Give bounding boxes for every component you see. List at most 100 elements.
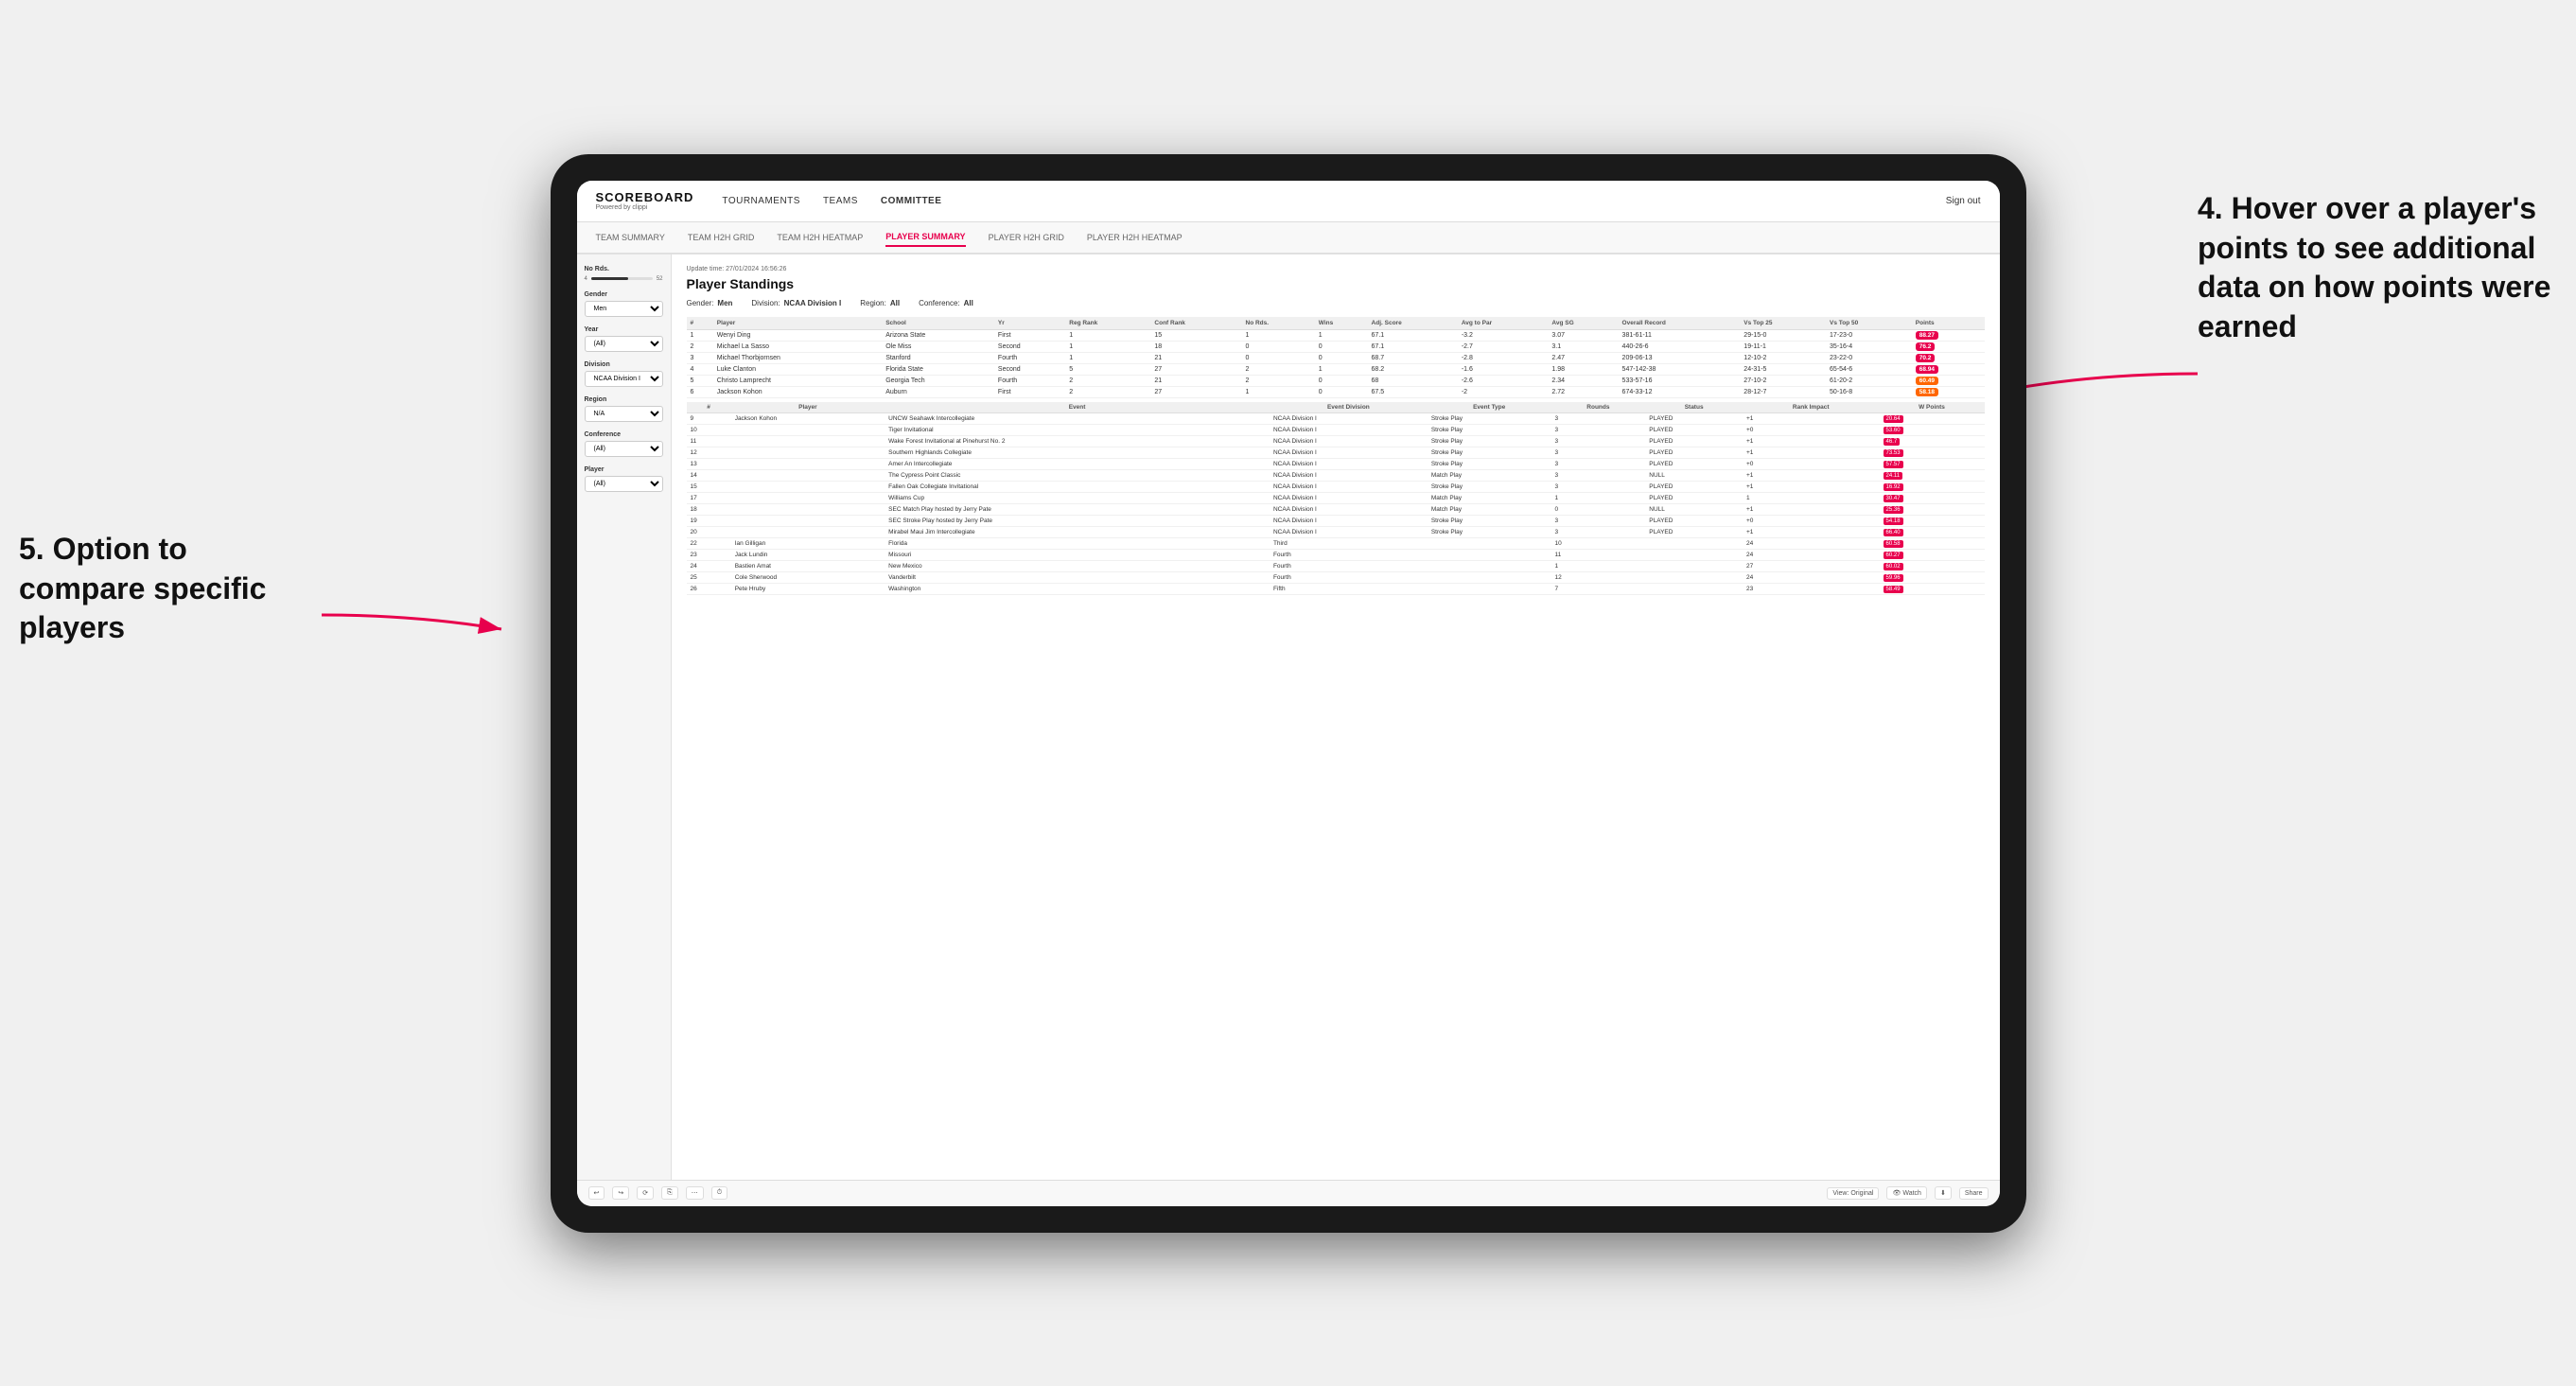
nav-tournaments[interactable]: TOURNAMENTS xyxy=(722,192,800,210)
h-cell-wpoints[interactable]: 30.47 xyxy=(1880,492,1985,503)
hover-row: 9 Jackson Kohon UNCW Seahawk Intercolleg… xyxy=(687,412,1985,424)
h-cell-rank: +1 xyxy=(1743,412,1880,424)
h-cell-player xyxy=(731,447,885,458)
table-header-row: # Player School Yr Reg Rank Conf Rank No… xyxy=(687,317,1985,330)
cell-adj-score: 67.5 xyxy=(1368,386,1458,397)
download-btn[interactable]: ⬇ xyxy=(1935,1186,1952,1200)
h-cell-rank: +1 xyxy=(1743,481,1880,492)
h-cell-type xyxy=(1428,583,1551,594)
gender-select[interactable]: Men xyxy=(585,301,663,317)
col-vs25: Vs Top 25 xyxy=(1740,317,1826,330)
h-cell-player xyxy=(731,526,885,537)
filter-conference: Conference: All xyxy=(919,299,973,307)
h-cell-status: PLAYED xyxy=(1645,412,1743,424)
tab-player-h2h-grid[interactable]: PLAYER H2H GRID xyxy=(989,229,1064,246)
cell-points[interactable]: 70.2 xyxy=(1912,352,1985,363)
table-row[interactable]: 6 Jackson Kohon Auburn First 2 27 1 0 67… xyxy=(687,386,1985,397)
copy-btn[interactable]: ⎘ xyxy=(661,1186,678,1200)
tab-player-summary[interactable]: PLAYER SUMMARY xyxy=(885,228,965,247)
hover-row: 18 SEC Match Play hosted by Jerry Pate N… xyxy=(687,503,1985,515)
filter-gender-value: Men xyxy=(717,299,732,307)
redo-btn[interactable]: ↪ xyxy=(612,1186,629,1200)
nav-right: Sign out xyxy=(1946,196,1981,206)
cell-rds: 1 xyxy=(1242,329,1315,341)
cell-vs50: 17-23-0 xyxy=(1826,329,1912,341)
h-cell-wpoints[interactable]: 53.60 xyxy=(1880,424,1985,435)
filter-region-value: All xyxy=(890,299,900,307)
hover-row: 22 Ian Gilligan Florida Third 10 24 60.5… xyxy=(687,537,1985,549)
nav-links: TOURNAMENTS TEAMS COMMITTEE xyxy=(722,192,1945,210)
cell-avg-sg: 3.1 xyxy=(1548,341,1618,352)
h-cell-wpoints[interactable]: 60.58 xyxy=(1880,537,1985,549)
table-row[interactable]: 3 Michael Thorbjornsen Stanford Fourth 1… xyxy=(687,352,1985,363)
tab-team-summary[interactable]: TEAM SUMMARY xyxy=(596,229,665,246)
cell-conf-rank: 15 xyxy=(1150,329,1241,341)
h-cell-wpoints[interactable]: 20.64 xyxy=(1880,412,1985,424)
watch-label: Watch xyxy=(1902,1190,1921,1197)
undo-btn[interactable]: ↩ xyxy=(588,1186,605,1200)
table-row[interactable]: 4 Luke Clanton Florida State Second 5 27… xyxy=(687,363,1985,375)
h-cell-wpoints[interactable]: 54.18 xyxy=(1880,515,1985,526)
table-row[interactable]: 1 Wenyi Ding Arizona State First 1 15 1 … xyxy=(687,329,1985,341)
logo-area: SCOREBOARD Powered by clippi xyxy=(596,190,694,211)
no-rds-min: 4 xyxy=(585,276,587,282)
table-row[interactable]: 5 Christo Lamprecht Georgia Tech Fourth … xyxy=(687,375,1985,386)
cell-vs25: 28-12-7 xyxy=(1740,386,1826,397)
h-cell-wpoints[interactable]: 60.27 xyxy=(1880,549,1985,560)
slider-track[interactable] xyxy=(591,277,653,280)
h-cell-event: Tiger Invitational xyxy=(885,424,1270,435)
cell-num: 4 xyxy=(687,363,713,375)
h-cell-wpoints[interactable]: 66.40 xyxy=(1880,526,1985,537)
cell-points[interactable]: 88.27 xyxy=(1912,329,1985,341)
h-cell-wpoints[interactable]: 57.57 xyxy=(1880,458,1985,469)
h-cell-wpoints[interactable]: 73.53 xyxy=(1880,447,1985,458)
share-btn[interactable]: Share xyxy=(1959,1187,1989,1200)
h-cell-wpoints[interactable]: 59.96 xyxy=(1880,571,1985,583)
division-select[interactable]: NCAA Division I xyxy=(585,371,663,387)
cell-points[interactable]: 58.18 xyxy=(1912,386,1985,397)
h-cell-status xyxy=(1645,571,1743,583)
tab-team-h2h-heatmap[interactable]: TEAM H2H HEATMAP xyxy=(777,229,863,246)
h-cell-wpoints[interactable]: 58.49 xyxy=(1880,583,1985,594)
h-cell-division: NCAA Division I xyxy=(1270,503,1428,515)
cell-points[interactable]: 60.49 xyxy=(1912,375,1985,386)
table-row[interactable]: 2 Michael La Sasso Ole Miss Second 1 18 … xyxy=(687,341,1985,352)
h-cell-wpoints[interactable]: 25.36 xyxy=(1880,503,1985,515)
annotation-right-text: 4. Hover over a player's points to see a… xyxy=(2198,191,2550,343)
tab-player-h2h-heatmap[interactable]: PLAYER H2H HEATMAP xyxy=(1087,229,1183,246)
filter-division-value: NCAA Division I xyxy=(784,299,842,307)
h-cell-wpoints[interactable]: 46.7 xyxy=(1880,435,1985,447)
col-points: Points xyxy=(1912,317,1985,330)
h-cell-type: Stroke Play xyxy=(1428,447,1551,458)
more-btn[interactable]: ⋯ xyxy=(686,1186,704,1200)
col-conf-rank: Conf Rank xyxy=(1150,317,1241,330)
h-cell-rounds: 3 xyxy=(1551,469,1646,481)
cell-adj-score: 68.7 xyxy=(1368,352,1458,363)
timer-btn[interactable]: ⏱ xyxy=(711,1186,727,1200)
h-cell-rounds: 3 xyxy=(1551,526,1646,537)
h-cell-wpoints[interactable]: 24.11 xyxy=(1880,469,1985,481)
sign-out-link[interactable]: Sign out xyxy=(1946,196,1981,206)
h-cell-type: Stroke Play xyxy=(1428,435,1551,447)
nav-teams[interactable]: TEAMS xyxy=(823,192,858,210)
nav-committee[interactable]: COMMITTEE xyxy=(881,192,942,210)
h-cell-division: NCAA Division I xyxy=(1270,412,1428,424)
col-reg-rank: Reg Rank xyxy=(1065,317,1150,330)
cell-points[interactable]: 76.2 xyxy=(1912,341,1985,352)
h-cell-wpoints[interactable]: 60.02 xyxy=(1880,560,1985,571)
h-cell-wpoints[interactable]: 16.92 xyxy=(1880,481,1985,492)
region-select[interactable]: N/A xyxy=(585,406,663,422)
h-cell-player xyxy=(731,481,885,492)
sidebar: No Rds. 4 52 Gender Men xyxy=(577,254,672,1180)
watch-btn[interactable]: 👁 Watch xyxy=(1886,1186,1926,1200)
cell-player: Michael Thorbjornsen xyxy=(713,352,882,363)
tab-team-h2h-grid[interactable]: TEAM H2H GRID xyxy=(688,229,755,246)
conference-select[interactable]: (All) xyxy=(585,441,663,457)
refresh-btn[interactable]: ⟳ xyxy=(637,1186,654,1200)
annotation-right: 4. Hover over a player's points to see a… xyxy=(2198,189,2557,346)
cell-points[interactable]: 68.94 xyxy=(1912,363,1985,375)
player-select[interactable]: (All) xyxy=(585,476,663,492)
h-cell-division: Fourth xyxy=(1270,571,1428,583)
year-select[interactable]: (All) xyxy=(585,336,663,352)
view-original-btn[interactable]: View: Original xyxy=(1827,1187,1879,1200)
